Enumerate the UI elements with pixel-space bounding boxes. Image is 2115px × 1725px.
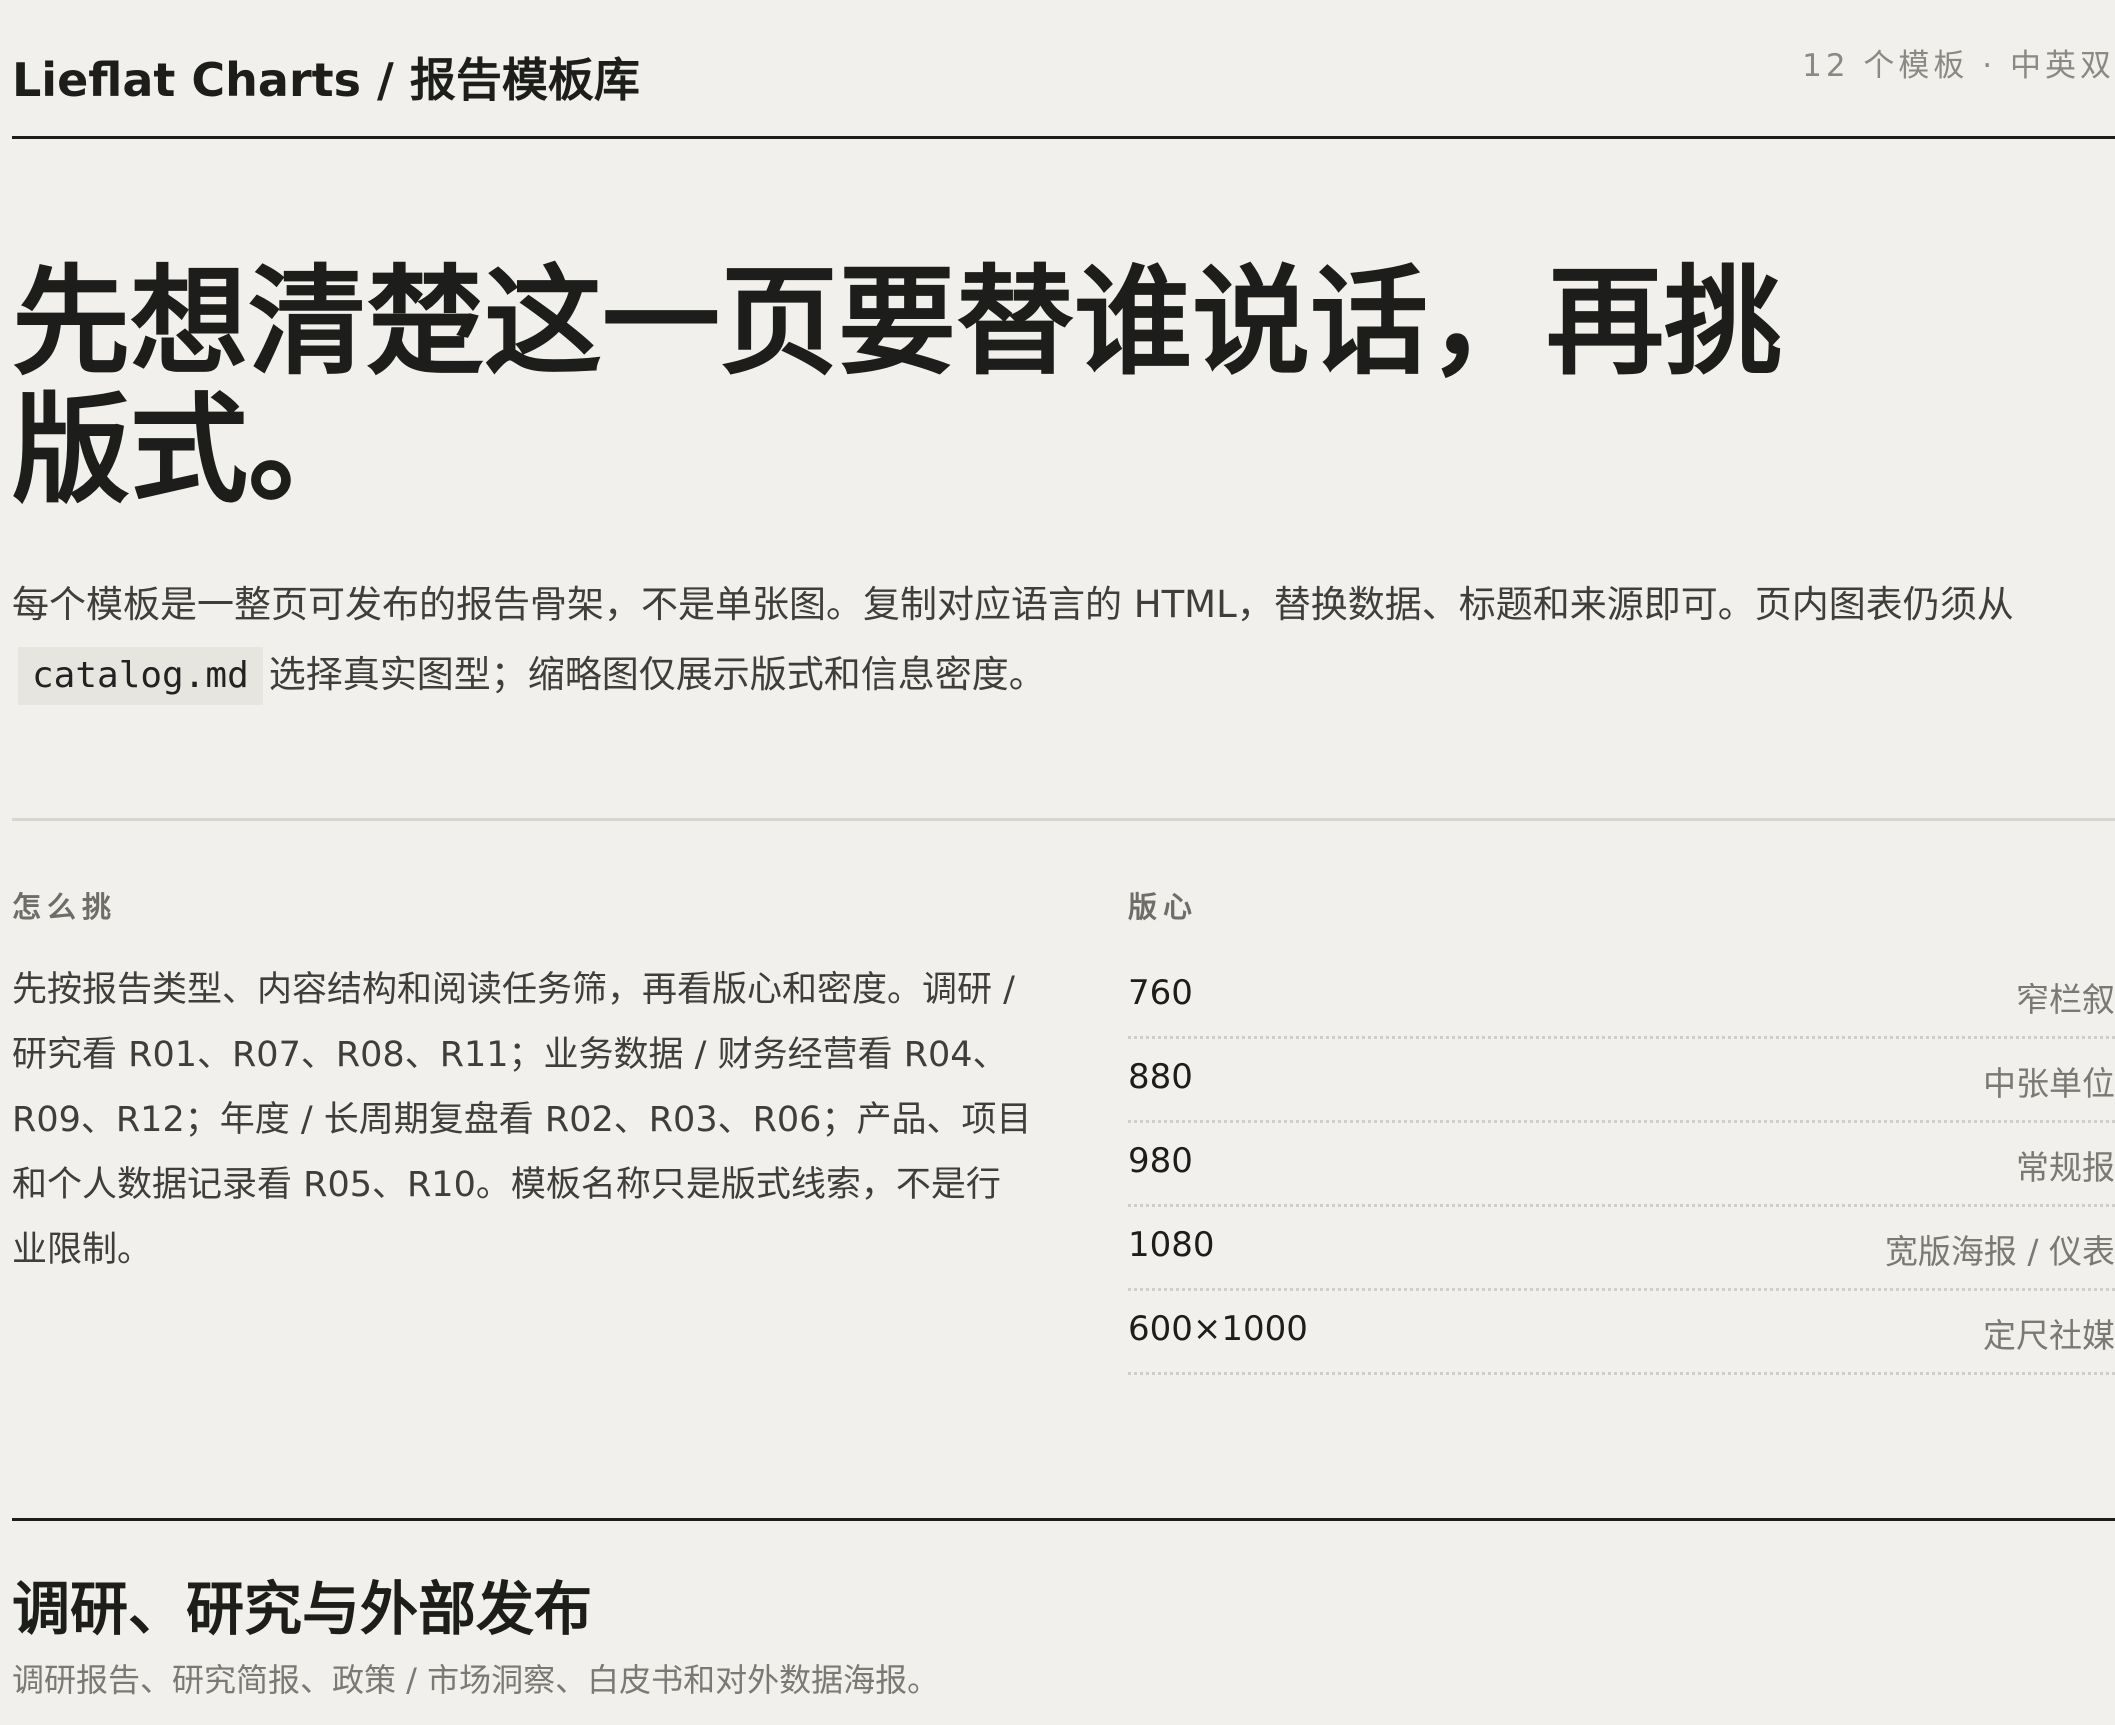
layout-width-row: 600×1000 定尺社媒	[1128, 1291, 2115, 1375]
report-template-library-page: Lieflat Charts / 报告模板库 12 个模板 · 中英双 先想清楚…	[0, 0, 2115, 1725]
section-description: 调研报告、研究简报、政策 / 市场洞察、白皮书和对外数据海报。	[12, 1661, 940, 1699]
layout-width-use: 窄栏叙	[2016, 980, 2115, 1019]
template-count-meta: 12 个模板 · 中英双	[1802, 48, 2115, 84]
layout-width-size: 880	[1128, 1057, 1193, 1097]
layout-width-use: 中张单位	[1983, 1064, 2115, 1103]
layout-width-row: 880 中张单位	[1128, 1039, 2115, 1123]
layout-width-size: 980	[1128, 1141, 1193, 1181]
layout-width-row: 760 窄栏叙	[1128, 955, 2115, 1039]
hero-description-part-1: 每个模板是一整页可发布的报告骨架，不是单张图。复制对应语言的 HTML，替换数据…	[12, 583, 2014, 626]
layout-width-size: 600×1000	[1128, 1309, 1308, 1349]
layout-width-size: 760	[1128, 973, 1193, 1013]
hero-title: 先想清楚这一页要替谁说话，再挑版式。	[12, 253, 1783, 519]
layout-width-label: 版心	[1128, 890, 1199, 924]
layout-width-list: 760 窄栏叙 880 中张单位 980 常规报 1080 宽版海报 / 仪表 …	[1128, 955, 2115, 1375]
layout-width-use: 常规报	[2016, 1148, 2115, 1187]
section-title: 调研、研究与外部发布	[12, 1575, 593, 1643]
top-bar: Lieflat Charts / 报告模板库 12 个模板 · 中英双	[12, 0, 2115, 139]
layout-width-row: 980 常规报	[1128, 1123, 2115, 1207]
hero-description-part-2: 选择真实图型；缩略图仅展示版式和信息密度。	[268, 653, 1046, 696]
layout-width-row: 1080 宽版海报 / 仪表	[1128, 1207, 2115, 1291]
catalog-file-code: catalog.md	[18, 647, 263, 705]
layout-width-use: 宽版海报 / 仪表	[1884, 1232, 2115, 1271]
section-heading-rule	[12, 1518, 2115, 1521]
hero-description: 每个模板是一整页可发布的报告骨架，不是单张图。复制对应语言的 HTML，替换数据…	[12, 570, 2072, 710]
layout-width-use: 定尺社媒	[1983, 1316, 2115, 1355]
section-divider	[12, 818, 2115, 821]
brand-title[interactable]: Lieflat Charts / 报告模板库	[12, 44, 640, 110]
how-to-choose-text: 先按报告类型、内容结构和阅读任务筛，再看版心和密度。调研 / 研究看 R01、R…	[12, 970, 1032, 1270]
layout-width-size: 1080	[1128, 1225, 1215, 1265]
how-to-choose-label: 怎么挑	[12, 890, 118, 924]
